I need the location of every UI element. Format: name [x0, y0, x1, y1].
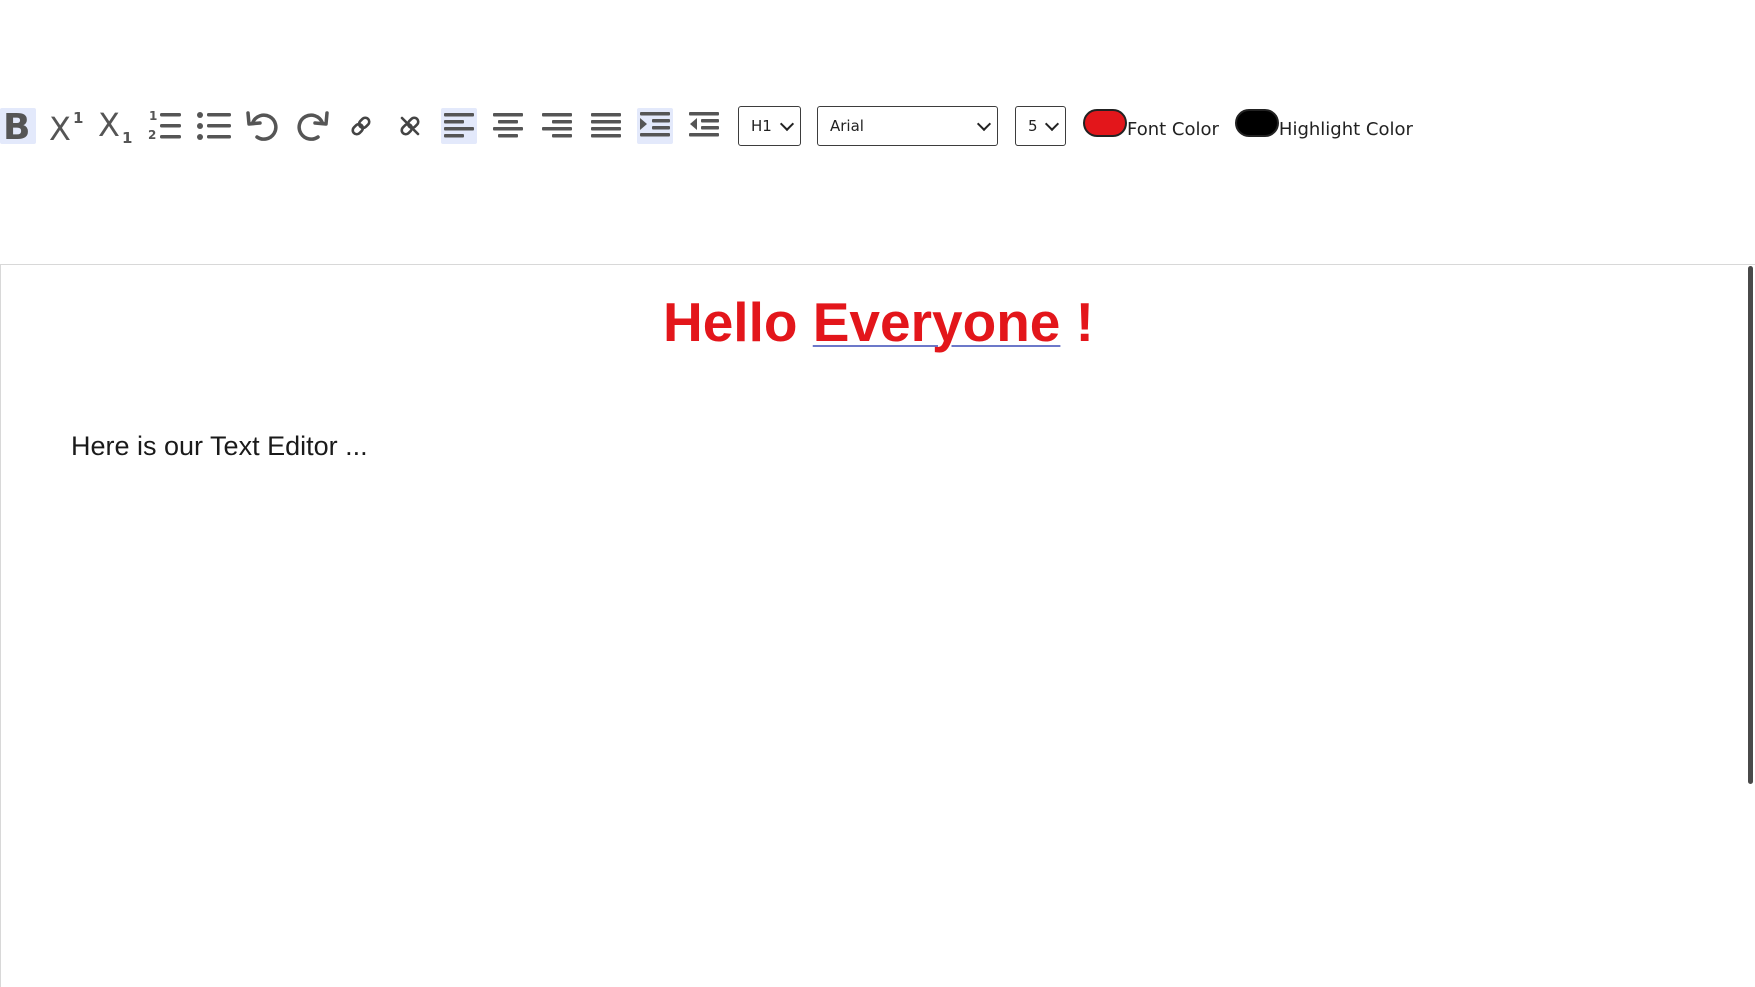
align-left-button[interactable] — [441, 108, 477, 144]
svg-text:1: 1 — [73, 109, 83, 127]
chevron-down-icon — [779, 116, 795, 131]
font-color-group: Font Color — [1083, 109, 1219, 140]
heading-word-everyone: Everyone — [812, 291, 1061, 353]
subscript-icon: X 1 — [98, 108, 132, 144]
redo-icon — [297, 111, 329, 141]
undo-icon — [246, 111, 278, 141]
chevron-down-icon — [1044, 116, 1060, 131]
justify-button[interactable] — [588, 108, 624, 144]
align-center-icon — [493, 113, 523, 138]
svg-text:X: X — [98, 108, 120, 144]
link-button[interactable] — [343, 108, 379, 144]
align-left-icon — [444, 113, 474, 138]
highlight-color-picker[interactable] — [1234, 109, 1279, 137]
unordered-list-button[interactable] — [196, 108, 232, 144]
highlight-color-group: Highlight Color — [1234, 109, 1413, 140]
editor-content-area[interactable]: Hello Everyone ! Here is our Text Editor… — [0, 264, 1755, 987]
align-center-button[interactable] — [490, 108, 526, 144]
outdent-button[interactable] — [686, 108, 722, 144]
align-right-button[interactable] — [539, 108, 575, 144]
ordered-list-icon: 1 2 — [148, 109, 181, 142]
undo-button[interactable] — [245, 108, 281, 144]
svg-text:1: 1 — [149, 109, 157, 123]
heading-word-hello: Hello — [663, 291, 798, 353]
align-right-icon — [542, 113, 572, 138]
editor-toolbar: B X 1 X 1 1 2 H1 Arial 5 Font Color High… — [0, 100, 1755, 152]
highlight-color-label: Highlight Color — [1278, 118, 1413, 140]
chevron-down-icon — [976, 116, 992, 131]
svg-text:B: B — [3, 109, 30, 143]
font-family-select[interactable]: Arial — [817, 106, 998, 146]
editor-scrollbar[interactable] — [1748, 266, 1753, 784]
heading-select-value: H1 — [751, 117, 772, 135]
subscript-button[interactable]: X 1 — [98, 108, 134, 144]
bold-icon: B — [3, 109, 30, 143]
heading-select[interactable]: H1 — [738, 106, 801, 146]
ordered-list-button[interactable]: 1 2 — [147, 108, 183, 144]
superscript-button[interactable]: X 1 — [49, 108, 85, 144]
font-color-label: Font Color — [1127, 118, 1219, 140]
unlink-button[interactable] — [392, 108, 428, 144]
link-icon — [351, 116, 371, 136]
svg-text:1: 1 — [122, 129, 132, 144]
unordered-list-icon — [197, 112, 231, 140]
heading-exclamation: ! — [1060, 291, 1094, 353]
svg-text:2: 2 — [148, 128, 156, 142]
justify-icon — [591, 113, 621, 138]
indent-button[interactable] — [637, 108, 673, 144]
font-size-select[interactable]: 5 — [1015, 106, 1066, 146]
outdent-icon — [689, 112, 719, 137]
editor-heading[interactable]: Hello Everyone ! — [1, 289, 1755, 355]
font-color-picker[interactable] — [1083, 109, 1127, 137]
svg-text:X: X — [49, 110, 71, 144]
font-size-select-value: 5 — [1028, 117, 1038, 135]
unlink-icon — [400, 116, 420, 136]
indent-icon — [640, 112, 670, 137]
redo-button[interactable] — [294, 108, 330, 144]
editor-paragraph[interactable]: Here is our Text Editor ... — [71, 430, 368, 462]
superscript-icon: X 1 — [49, 109, 83, 144]
font-family-select-value: Arial — [830, 117, 864, 135]
bold-button[interactable]: B — [0, 108, 36, 144]
